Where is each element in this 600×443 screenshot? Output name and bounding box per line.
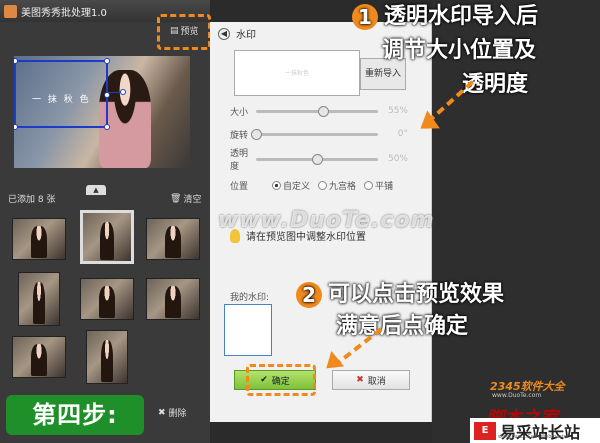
watermark-bounding-box[interactable]: 一 抹 秋 色: [14, 58, 110, 130]
resize-handle[interactable]: [14, 124, 18, 130]
step2-number: 2: [296, 282, 322, 308]
added-count: 已添加 8 张: [8, 195, 56, 205]
thumb-figure: [33, 282, 45, 324]
slider-knob[interactable]: [251, 128, 262, 140]
slider-value: 0°: [397, 129, 408, 139]
thumb-figure: [99, 286, 115, 319]
collapse-toggle[interactable]: ▲: [86, 185, 106, 195]
radio-icon: [364, 181, 374, 190]
resize-handle[interactable]: [14, 58, 18, 64]
step1-annotation: 1 透明水印导入后: [352, 4, 538, 30]
step-label: 第四步:: [6, 395, 144, 435]
slider-value: 55%: [387, 106, 408, 116]
back-icon[interactable]: ◀: [218, 27, 230, 40]
resize-handle[interactable]: [104, 58, 110, 64]
photo-thumbnail[interactable]: [80, 210, 134, 264]
left-panel: 美图秀秀批处理1.0 ▤ 预览 一 抹 秋 色 ▲ 已添加 8 张 🗑 清空 ✖…: [0, 0, 211, 443]
trash-icon: 🗑: [170, 193, 182, 204]
slider-knob[interactable]: [312, 153, 323, 165]
opacity-slider[interactable]: [256, 153, 378, 165]
step2-line2: 满意后点确定: [336, 314, 469, 339]
position-label: 位置: [230, 182, 249, 192]
easck-logo: E: [474, 421, 496, 440]
slider-label: 透明度: [230, 149, 249, 172]
step2-annotation: 2 可以点击预览效果: [296, 282, 504, 308]
slider-label: 大小: [230, 107, 249, 118]
window-title: 美图秀秀批处理1.0: [21, 7, 107, 19]
thumb-figure: [165, 286, 181, 319]
cancel-button[interactable]: ✖ 取消: [332, 370, 410, 390]
slider-knob[interactable]: [318, 105, 330, 117]
photo-thumbnail[interactable]: [80, 278, 134, 320]
rotate-slider[interactable]: [251, 128, 378, 140]
watermark-preview: 一抹秋色: [234, 50, 360, 96]
photo-thumbnail[interactable]: [18, 272, 60, 326]
thumb-figure: [101, 340, 113, 382]
position-option-tile[interactable]: 平铺: [364, 179, 393, 192]
slider-value: 50%: [387, 154, 408, 164]
my-watermark-thumbnail[interactable]: [224, 304, 272, 356]
close-icon: ✖: [356, 375, 364, 385]
rotate-slider-row: 旋转 0°: [230, 127, 410, 141]
photo-thumbnail[interactable]: [146, 278, 200, 320]
site-watermark: www.DuoTe.com: [218, 208, 435, 233]
photo-thumbnail[interactable]: [12, 218, 66, 260]
radio-icon: [318, 181, 328, 190]
size-slider[interactable]: [256, 105, 378, 117]
step1-line2: 调节大小位置及: [382, 38, 537, 63]
thumb-figure: [165, 226, 181, 259]
position-option-custom[interactable]: 自定义: [272, 179, 310, 192]
right-background: [432, 0, 600, 443]
step1-number: 1: [352, 4, 378, 30]
my-watermark-label: 我的水印:: [230, 293, 270, 303]
dialog-header: ◀ 水印: [218, 26, 256, 41]
preview-highlight: [157, 14, 211, 50]
photo-thumbnail[interactable]: [86, 330, 128, 384]
thumb-figure: [99, 221, 115, 261]
radio-icon: [272, 181, 282, 190]
brand-easck-url: www.Easck.Com Webmaster: [498, 434, 570, 440]
brand-2345-url: www.DuoTe.com: [492, 392, 542, 399]
app-icon: [4, 4, 17, 18]
size-slider-row: 大小 55%: [230, 104, 410, 118]
thumb-figure: [31, 226, 47, 259]
clear-button[interactable]: 🗑 清空: [170, 192, 201, 206]
photo-thumbnail[interactable]: [146, 218, 200, 260]
rotate-handle[interactable]: [120, 89, 126, 95]
thumb-figure: [31, 344, 47, 377]
watermark-text: 一 抹 秋 色: [32, 95, 91, 105]
delete-button[interactable]: ✖ 删除: [158, 406, 187, 420]
close-icon: ✖: [158, 407, 166, 418]
resize-handle[interactable]: [104, 124, 110, 130]
main-preview-photo[interactable]: 一 抹 秋 色: [14, 56, 190, 168]
position-row: 位置 自定义 九宫格 平铺: [230, 179, 393, 192]
opacity-slider-row: 透明度 50%: [230, 149, 410, 172]
position-option-grid[interactable]: 九宫格: [318, 179, 356, 192]
photo-thumbnail[interactable]: [12, 336, 66, 378]
dialog-title: 水印: [236, 30, 256, 41]
ok-highlight: [246, 364, 316, 396]
